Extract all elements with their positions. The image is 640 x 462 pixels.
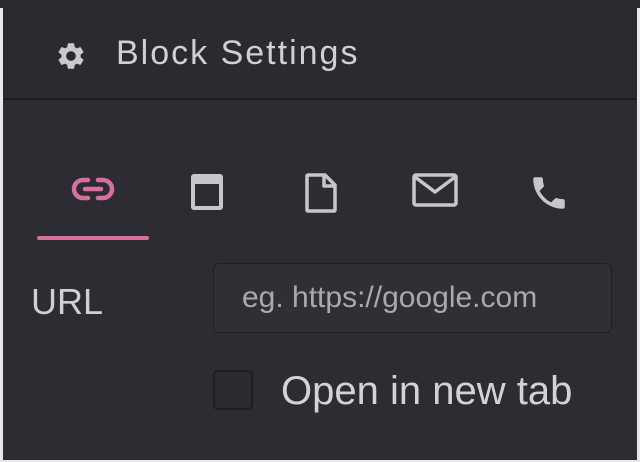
tab-link[interactable] — [37, 158, 149, 240]
tab-phone[interactable] — [493, 158, 605, 240]
tab-file[interactable] — [265, 158, 377, 240]
active-tab-indicator — [37, 236, 149, 240]
block-settings-panel: Block Settings URL eg. https://google.co… — [3, 8, 637, 460]
tab-page[interactable] — [151, 158, 263, 240]
url-label: URL — [31, 281, 104, 322]
tab-email[interactable] — [379, 158, 491, 240]
open-in-new-tab-checkbox[interactable] — [213, 370, 253, 410]
link-type-tabs — [3, 100, 637, 240]
panel-title: Block Settings — [116, 34, 360, 72]
panel-header: Block Settings — [3, 8, 637, 100]
open-in-new-tab-label: Open in new tab — [281, 369, 573, 413]
url-input[interactable] — [213, 263, 612, 333]
gear-icon — [55, 40, 87, 72]
top-strip — [0, 0, 640, 8]
